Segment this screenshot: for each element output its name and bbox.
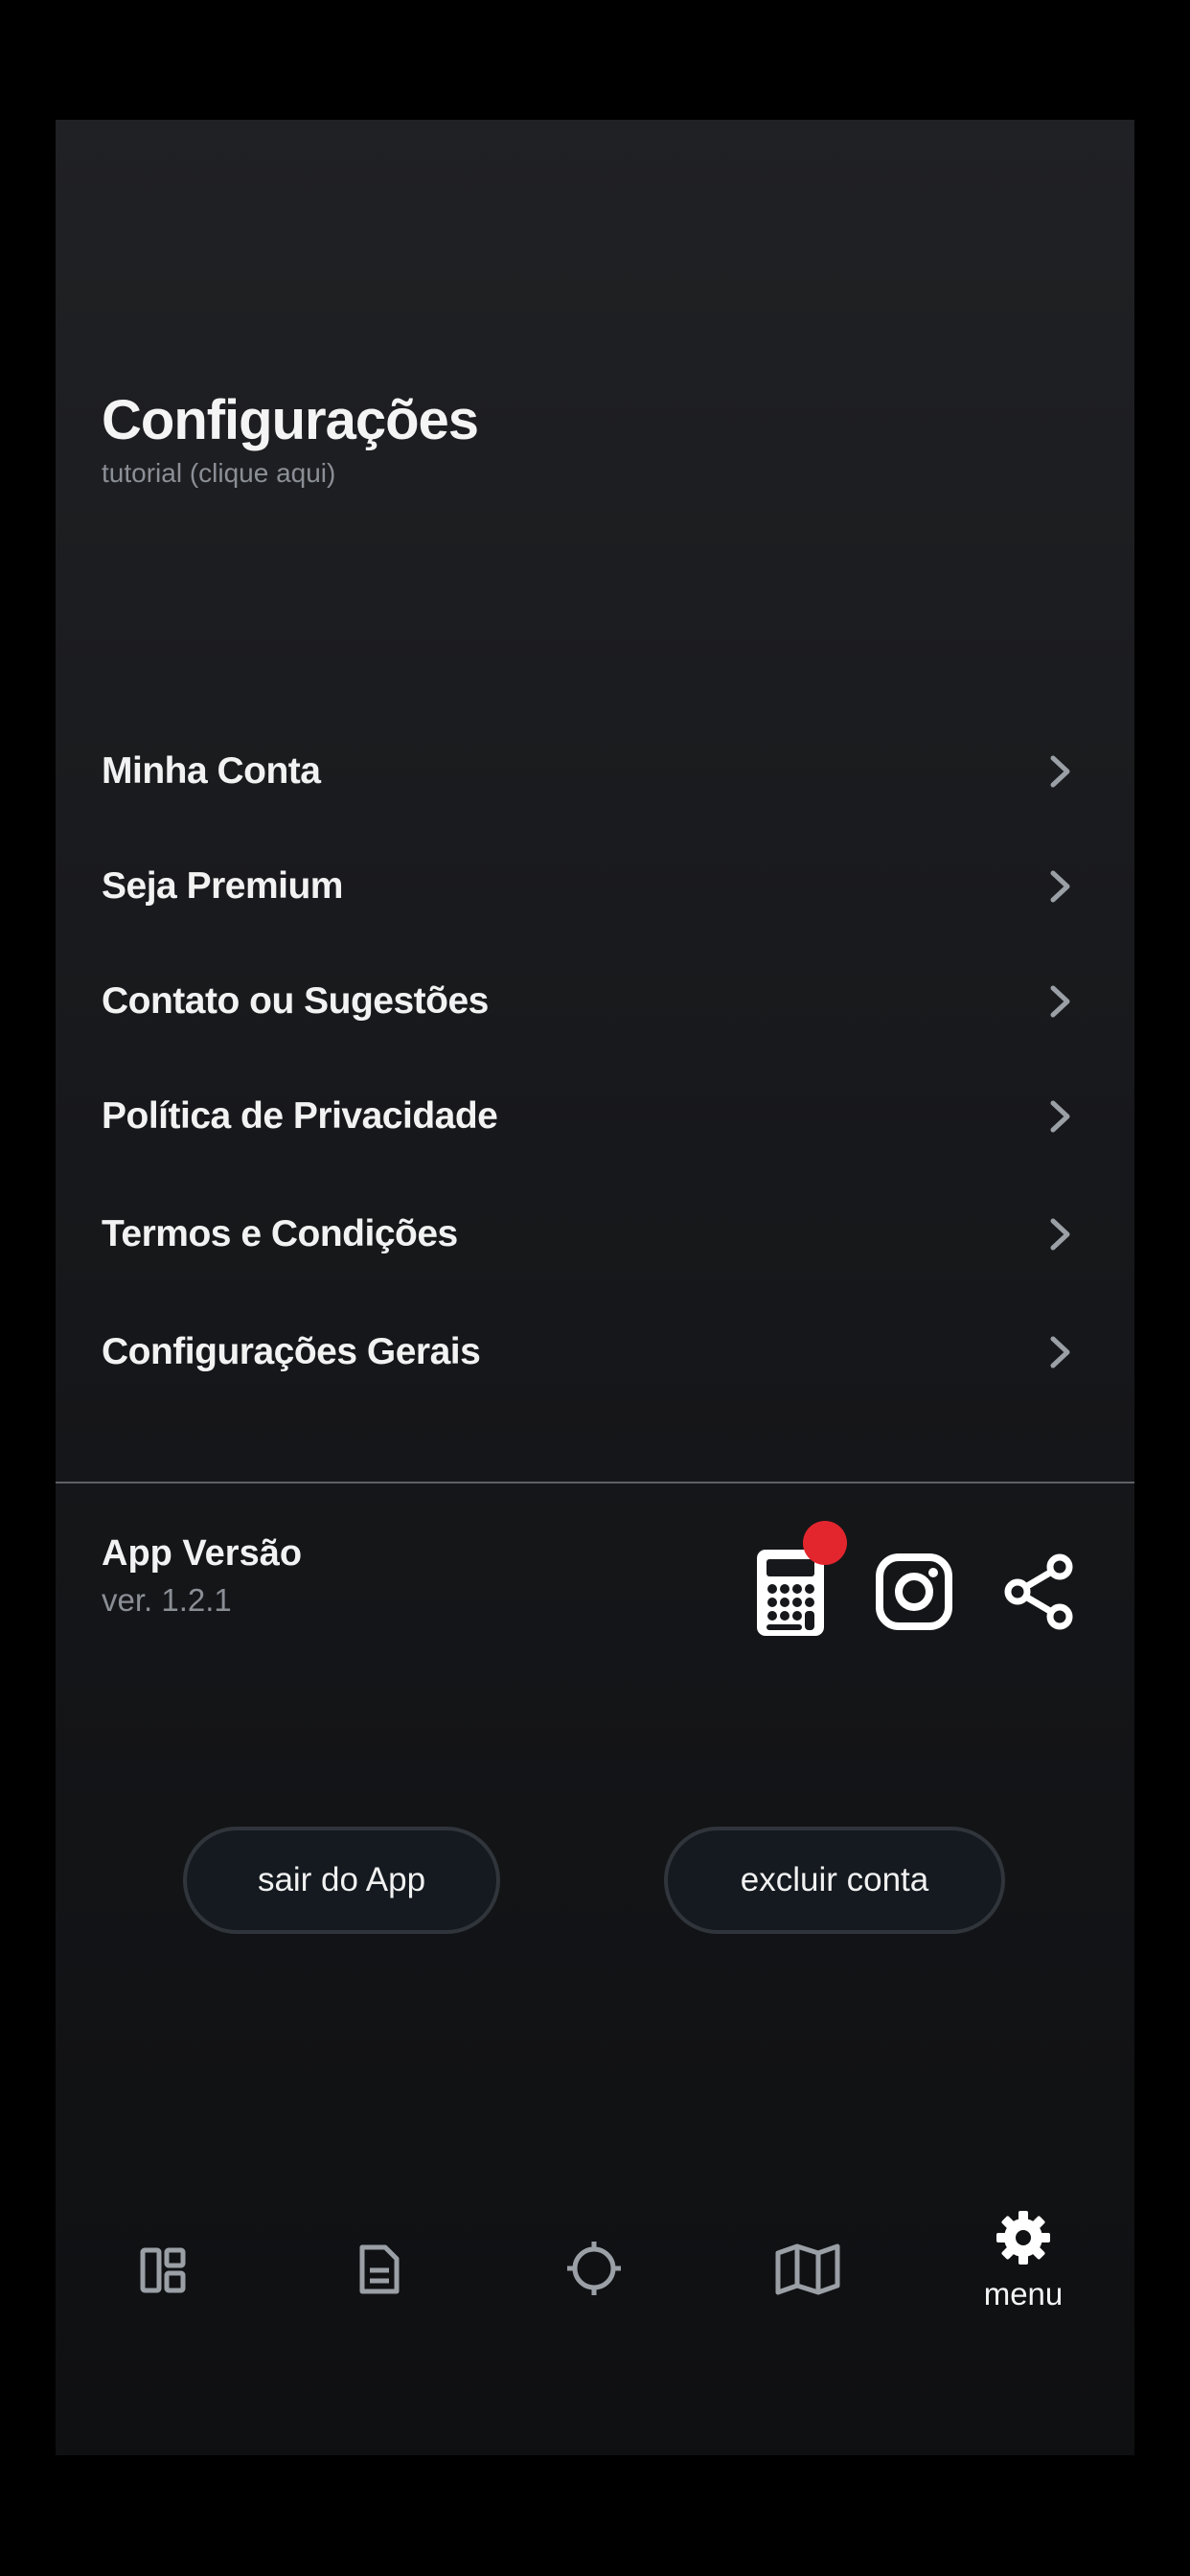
chevron-right-icon <box>1048 1217 1073 1252</box>
menu-item-seja-premium[interactable]: Seja Premium <box>102 843 1073 930</box>
chevron-right-icon <box>1048 1335 1073 1369</box>
menu-item-label: Política de Privacidade <box>102 1095 498 1137</box>
delete-account-button[interactable]: excluir conta <box>664 1827 1005 1934</box>
nav-location[interactable] <box>565 2240 623 2302</box>
menu-item-label: Termos e Condições <box>102 1213 458 1254</box>
menu-item-label: Configurações Gerais <box>102 1331 481 1372</box>
social-icons <box>56 1521 1134 1644</box>
chevron-right-icon <box>1048 869 1073 904</box>
menu-item-contato[interactable]: Contato ou Sugestões <box>102 958 1073 1045</box>
page-title: Configurações <box>102 389 479 451</box>
notification-badge <box>803 1521 847 1565</box>
page-header: Configurações tutorial (clique aqui) <box>102 389 479 489</box>
menu-item-config-gerais[interactable]: Configurações Gerais <box>102 1309 1073 1395</box>
calculator-icon[interactable] <box>755 1521 847 1643</box>
menu-item-label: Minha Conta <box>102 750 321 792</box>
nav-dashboard[interactable] <box>140 2247 186 2298</box>
document-icon <box>358 2244 400 2299</box>
menu-item-privacidade[interactable]: Política de Privacidade <box>102 1073 1073 1160</box>
chevron-right-icon <box>1048 1099 1073 1134</box>
instagram-icon[interactable] <box>876 1553 952 1635</box>
gear-icon <box>995 2209 1052 2271</box>
menu-item-termos[interactable]: Termos e Condições <box>102 1191 1073 1277</box>
logout-button[interactable]: sair do App <box>183 1827 500 1934</box>
nav-menu-label: menu <box>983 2276 1064 2312</box>
share-icon[interactable] <box>1002 1553 1075 1635</box>
tutorial-link[interactable]: tutorial (clique aqui) <box>102 458 478 489</box>
chevron-right-icon <box>1048 754 1073 789</box>
settings-screen: Configurações tutorial (clique aqui) Min… <box>56 120 1134 2455</box>
bottom-nav: menu <box>56 2209 1134 2362</box>
menu-item-label: Contato ou Sugestões <box>102 980 489 1022</box>
nav-documents[interactable] <box>358 2243 400 2300</box>
map-icon <box>774 2243 841 2299</box>
dashboard-icon <box>140 2247 186 2297</box>
nav-menu[interactable]: menu <box>984 2209 1063 2334</box>
nav-map[interactable] <box>774 2243 841 2300</box>
menu-item-label: Seja Premium <box>102 865 343 907</box>
crosshair-icon <box>565 2242 623 2301</box>
chevron-right-icon <box>1048 984 1073 1019</box>
menu-item-minha-conta[interactable]: Minha Conta <box>102 728 1073 815</box>
section-divider <box>56 1482 1134 1484</box>
